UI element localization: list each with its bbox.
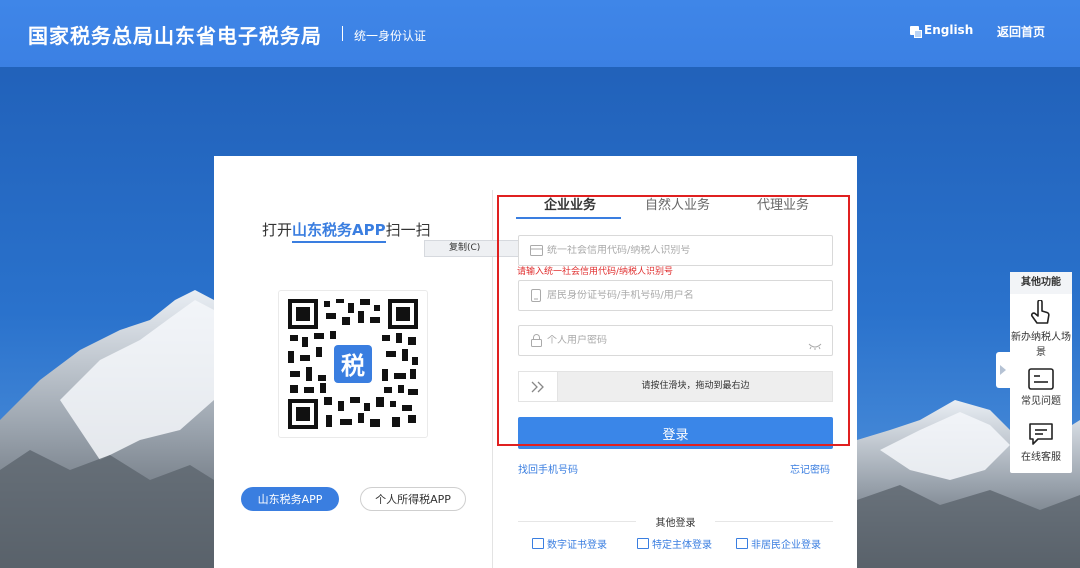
login-card: 打开 山东税务APP 扫一扫 复制(C) 税 山东税务APP 个人所得税APP … <box>214 156 857 568</box>
language-label: English <box>924 23 974 37</box>
lock-icon <box>529 334 543 348</box>
specific-entity-label: 特定主体登录 <box>652 540 712 551</box>
scan-app-name: 山东税务APP <box>292 219 386 243</box>
site-title: 国家税务总局山东省电子税务局 <box>28 24 322 48</box>
personal-income-tax-app-button[interactable]: 个人所得税APP <box>360 487 466 511</box>
login-button[interactable]: 登录 <box>518 417 833 449</box>
forgot-password-link[interactable]: 忘记密码 <box>790 461 830 476</box>
tab-enterprise[interactable]: 企业业务 <box>544 194 596 213</box>
tab-individual[interactable]: 自然人业务 <box>645 194 710 213</box>
slider-instruction: 请按住滑块，拖动到最右边 <box>641 381 750 391</box>
credit-code-field[interactable] <box>518 235 833 266</box>
online-service-label: 在线客服 <box>1021 452 1061 463</box>
qr-code-image: 税 <box>286 297 420 431</box>
top-header: 国家税务总局山东省电子税务局 统一身份认证 English 返回首页 <box>0 0 1080 67</box>
scan-instruction: 打开 山东税务APP 扫一扫 <box>262 219 431 243</box>
language-switch[interactable]: English <box>910 23 974 38</box>
side-function-panel: 其他功能 新办纳税人场景 常见问题 在线客服 <box>1010 272 1072 473</box>
qr-code: 税 <box>278 290 428 438</box>
certificate-icon <box>532 538 544 549</box>
digital-certificate-label: 数字证书登录 <box>547 540 607 551</box>
scan-prefix: 打开 <box>262 221 293 239</box>
password-field[interactable] <box>518 325 833 356</box>
title-divider <box>342 26 343 41</box>
caret-right-icon <box>1000 365 1006 375</box>
copy-context-menu[interactable]: 复制(C) <box>424 240 528 257</box>
pointer-hand-icon <box>1030 300 1050 324</box>
side-panel-title: 其他功能 <box>1010 272 1072 294</box>
non-resident-login[interactable]: 非居民企业登录 <box>736 536 821 551</box>
scan-suffix: 扫一扫 <box>385 221 431 239</box>
home-link[interactable]: 返回首页 <box>997 23 1045 40</box>
phone-icon <box>529 289 543 303</box>
shandong-tax-app-button[interactable]: 山东税务APP <box>241 487 339 511</box>
qr-center-logo: 税 <box>341 352 365 380</box>
id-input[interactable] <box>547 290 832 301</box>
chat-bubble-icon <box>1029 423 1053 445</box>
card-icon <box>529 244 543 258</box>
enterprise-icon <box>736 538 748 549</box>
slider-handle[interactable] <box>519 372 558 401</box>
id-field[interactable] <box>518 280 833 311</box>
eye-closed-icon[interactable] <box>808 335 822 354</box>
divider-line-right <box>715 521 833 522</box>
online-service-item[interactable]: 在线客服 <box>1010 422 1072 463</box>
slide-captcha: 请按住滑块，拖动到最右边 <box>518 371 833 402</box>
password-input[interactable] <box>547 335 832 346</box>
tab-agent[interactable]: 代理业务 <box>757 194 809 213</box>
specific-entity-login[interactable]: 特定主体登录 <box>637 536 712 551</box>
find-phone-link[interactable]: 找回手机号码 <box>518 461 578 476</box>
non-resident-label: 非居民企业登录 <box>751 540 821 551</box>
active-tab-indicator <box>516 217 621 219</box>
other-login-header: 其他登录 <box>518 514 833 529</box>
entity-icon <box>637 538 649 549</box>
new-taxpayer-item[interactable]: 新办纳税人场景 <box>1010 300 1072 358</box>
credit-code-error: 请输入统一社会信用代码/纳税人识别号 <box>517 267 674 277</box>
credit-code-input[interactable] <box>547 245 832 256</box>
new-taxpayer-label: 新办纳税人场景 <box>1011 332 1071 358</box>
digital-certificate-login[interactable]: 数字证书登录 <box>532 536 607 551</box>
double-chevron-right-icon <box>531 381 544 392</box>
faq-card-icon <box>1028 368 1054 390</box>
faq-item[interactable]: 常见问题 <box>1010 368 1072 407</box>
side-panel-toggle[interactable] <box>996 352 1010 388</box>
translate-icon <box>910 25 922 38</box>
faq-label: 常见问题 <box>1021 396 1061 407</box>
site-subtitle: 统一身份认证 <box>354 29 427 43</box>
